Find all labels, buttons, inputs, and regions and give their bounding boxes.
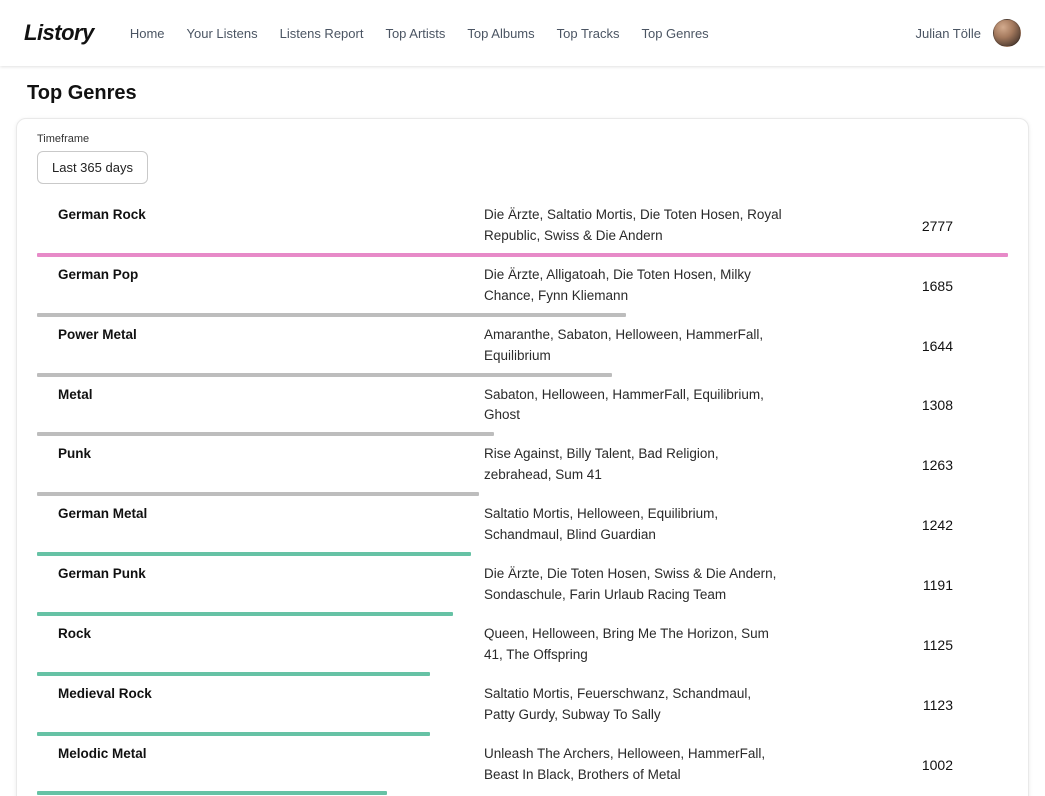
genre-count: 1002 bbox=[784, 757, 1008, 773]
genre-name: Melodic Metal bbox=[37, 744, 484, 786]
timeframe-label: Timeframe bbox=[37, 133, 1008, 145]
genre-count: 1263 bbox=[784, 457, 1008, 473]
genre-count: 1644 bbox=[784, 338, 1008, 354]
nav-item-your-listens[interactable]: Your Listens bbox=[187, 26, 258, 41]
genre-artists: Die Ärzte, Alligatoah, Die Toten Hosen, … bbox=[484, 265, 784, 307]
nav-item-top-albums[interactable]: Top Albums bbox=[467, 26, 534, 41]
genre-name: German Punk bbox=[37, 564, 484, 606]
nav-item-home[interactable]: Home bbox=[130, 26, 165, 41]
timeframe-filter: Timeframe Last 365 days bbox=[37, 133, 1008, 184]
genre-row: German Pop Die Ärzte, Alligatoah, Die To… bbox=[37, 257, 1008, 317]
genre-table: German Rock Die Ärzte, Saltatio Mortis, … bbox=[37, 197, 1008, 796]
genre-name: Rock bbox=[37, 624, 484, 666]
nav-item-top-genres[interactable]: Top Genres bbox=[641, 26, 708, 41]
genre-artists: Die Ärzte, Die Toten Hosen, Swiss & Die … bbox=[484, 564, 784, 606]
genre-name: Power Metal bbox=[37, 325, 484, 367]
genre-row: Punk Rise Against, Billy Talent, Bad Rel… bbox=[37, 436, 1008, 496]
genre-row: Power Metal Amaranthe, Sabaton, Hellowee… bbox=[37, 317, 1008, 377]
genre-artists: Die Ärzte, Saltatio Mortis, Die Toten Ho… bbox=[484, 205, 784, 247]
nav-item-top-tracks[interactable]: Top Tracks bbox=[557, 26, 620, 41]
genre-artists: Amaranthe, Sabaton, Helloween, HammerFal… bbox=[484, 325, 784, 367]
user-area: Julian Tölle bbox=[915, 19, 1021, 47]
genre-count: 1191 bbox=[784, 577, 1008, 593]
genre-artists: Queen, Helloween, Bring Me The Horizon, … bbox=[484, 624, 784, 666]
genre-name: German Pop bbox=[37, 265, 484, 307]
genre-count: 1308 bbox=[784, 397, 1008, 413]
genre-row: Melodic Metal Unleash The Archers, Hello… bbox=[37, 736, 1008, 796]
genre-name: German Rock bbox=[37, 205, 484, 247]
nav-item-listens-report[interactable]: Listens Report bbox=[280, 26, 364, 41]
genre-row: Metal Sabaton, Helloween, HammerFall, Eq… bbox=[37, 377, 1008, 437]
user-avatar[interactable] bbox=[993, 19, 1021, 47]
nav-links: Home Your Listens Listens Report Top Artist… bbox=[130, 26, 709, 41]
genre-name: German Metal bbox=[37, 504, 484, 546]
genre-row: Medieval Rock Saltatio Mortis, Feuerschw… bbox=[37, 676, 1008, 736]
timeframe-select[interactable]: Last 365 days bbox=[37, 151, 148, 184]
genre-row: German Metal Saltatio Mortis, Helloween,… bbox=[37, 496, 1008, 556]
genre-name: Medieval Rock bbox=[37, 684, 484, 726]
genre-count: 1125 bbox=[784, 637, 1008, 653]
top-nav: Listory Home Your Listens Listens Report To… bbox=[0, 0, 1045, 66]
nav-item-top-artists[interactable]: Top Artists bbox=[385, 26, 445, 41]
genre-artists: Sabaton, Helloween, HammerFall, Equilibr… bbox=[484, 385, 784, 427]
genre-row: German Rock Die Ärzte, Saltatio Mortis, … bbox=[37, 197, 1008, 257]
genre-name: Punk bbox=[37, 444, 484, 486]
page-title: Top Genres bbox=[27, 82, 1029, 105]
genre-name: Metal bbox=[37, 385, 484, 427]
genre-row: Rock Queen, Helloween, Bring Me The Hori… bbox=[37, 616, 1008, 676]
genre-artists: Rise Against, Billy Talent, Bad Religion… bbox=[484, 444, 784, 486]
main-content: Top Genres Timeframe Last 365 days Germa… bbox=[0, 66, 1045, 796]
genre-artists: Saltatio Mortis, Feuerschwanz, Schandmau… bbox=[484, 684, 784, 726]
genre-count: 1685 bbox=[784, 278, 1008, 294]
genre-artists: Unleash The Archers, Helloween, HammerFa… bbox=[484, 744, 784, 786]
app-logo[interactable]: Listory bbox=[24, 20, 94, 46]
genre-count: 2777 bbox=[784, 218, 1008, 234]
genre-row: German Punk Die Ärzte, Die Toten Hosen, … bbox=[37, 556, 1008, 616]
genre-count: 1123 bbox=[784, 697, 1008, 713]
genre-artists: Saltatio Mortis, Helloween, Equilibrium,… bbox=[484, 504, 784, 546]
timeframe-selected-value: Last 365 days bbox=[52, 160, 133, 175]
top-genres-card: Timeframe Last 365 days German Rock Die … bbox=[16, 118, 1029, 796]
genre-count: 1242 bbox=[784, 517, 1008, 533]
user-name[interactable]: Julian Tölle bbox=[915, 26, 981, 41]
